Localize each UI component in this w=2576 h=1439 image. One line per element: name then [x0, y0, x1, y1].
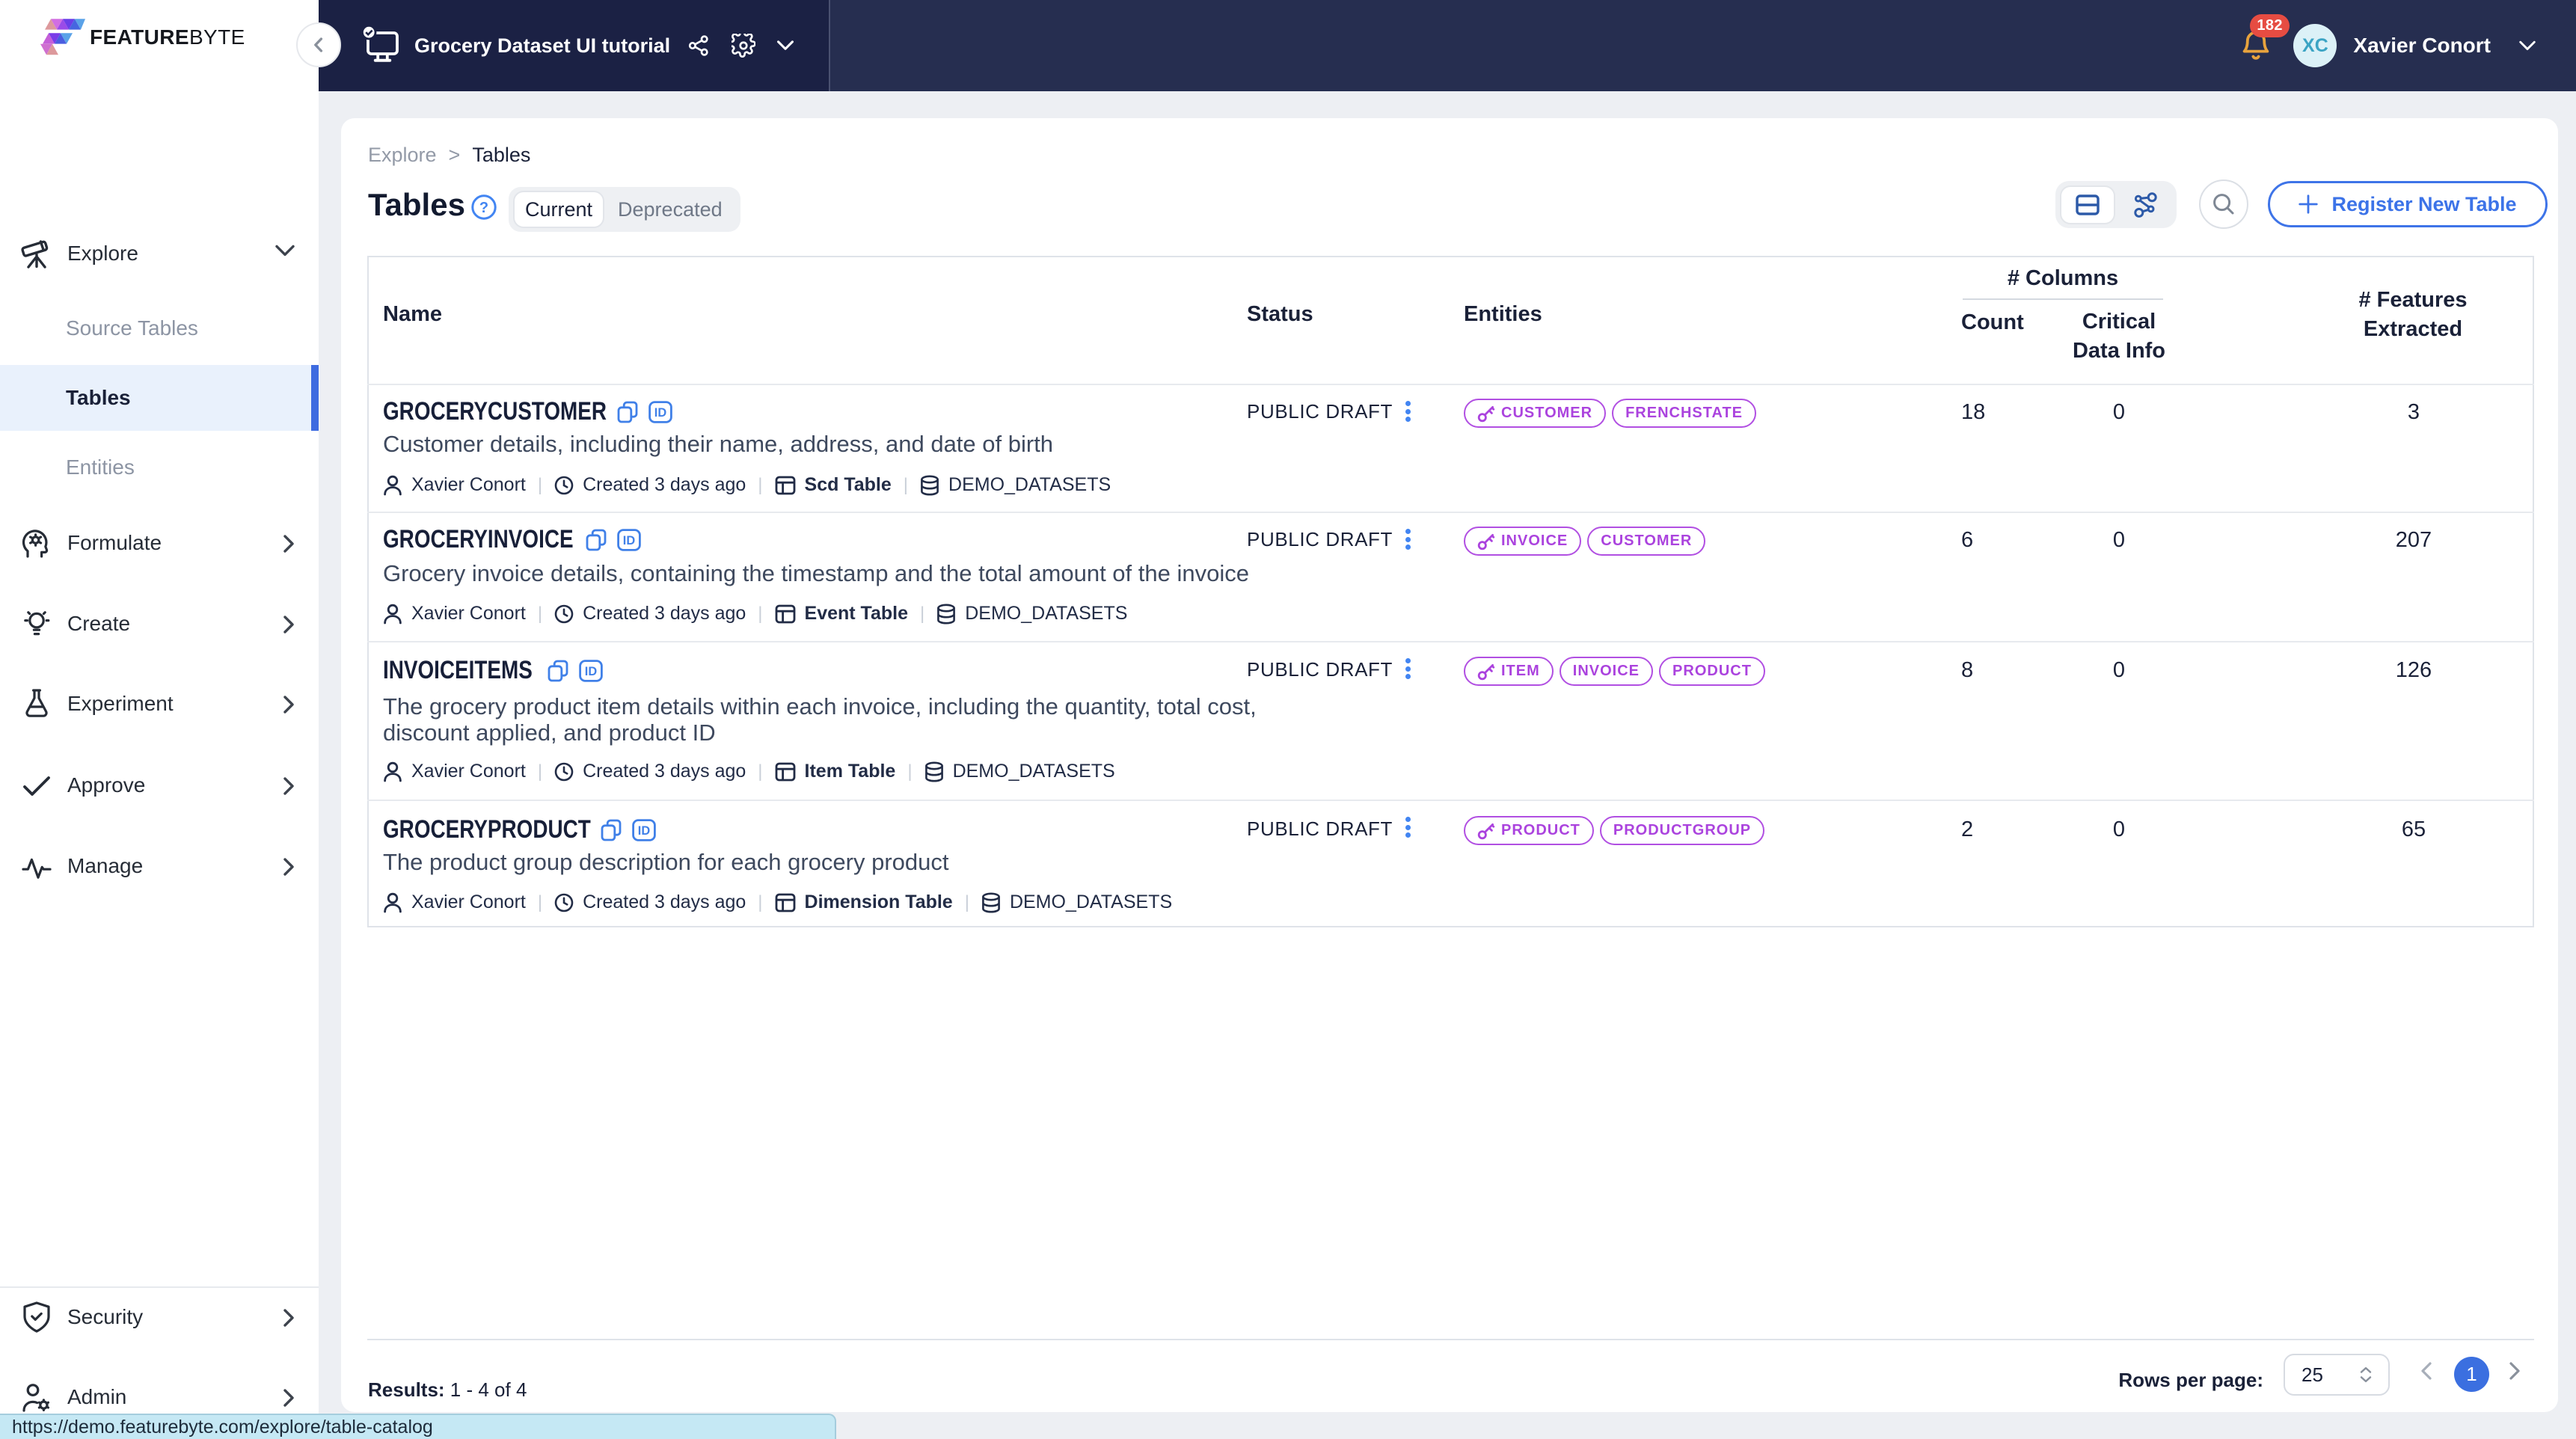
- svg-text:ID: ID: [638, 824, 651, 838]
- svg-text:?: ?: [479, 200, 488, 216]
- svg-text:ID: ID: [623, 534, 636, 547]
- svg-text:ID: ID: [585, 665, 598, 678]
- svg-text:ID: ID: [654, 406, 667, 420]
